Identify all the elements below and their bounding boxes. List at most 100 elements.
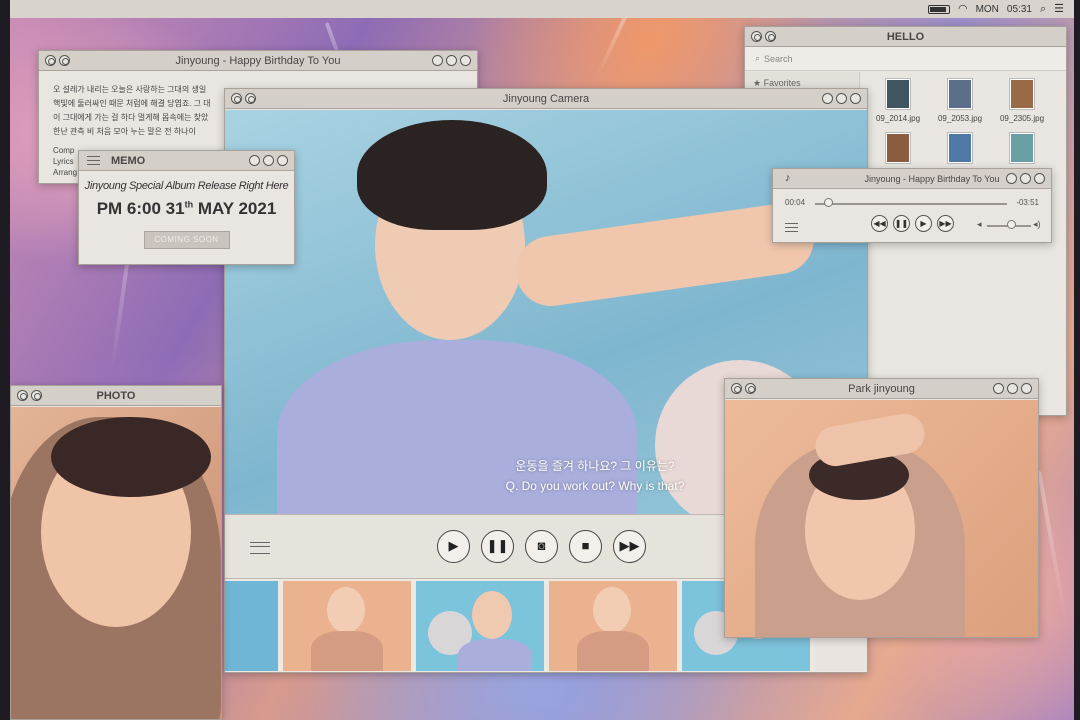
pause-button[interactable]: ❚❚ xyxy=(481,530,514,563)
menu-icon[interactable] xyxy=(785,223,798,232)
play-button[interactable]: ▶ xyxy=(915,215,932,232)
hoodie-photo xyxy=(725,400,1038,637)
window-button-icon[interactable] xyxy=(1007,383,1018,394)
subtitle-english: Q. Do you work out? Why is that? xyxy=(505,479,685,493)
lyrics-title: Jinyoung - Happy Birthday To You xyxy=(175,54,341,67)
music-titlebar[interactable]: ♪ Jinyoung - Happy Birthday To You xyxy=(773,169,1051,189)
time-remaining: -03:51 xyxy=(1016,198,1039,207)
minimize-icon[interactable] xyxy=(17,390,28,401)
menu-icon[interactable]: ☰ xyxy=(1054,3,1064,15)
subtitle-korean: 운동을 즐겨 하나요? 그 이유는? xyxy=(515,459,675,473)
play-icon: ▶ xyxy=(920,219,927,228)
memo-subtitle: Jinyoung Special Album Release Right Her… xyxy=(84,180,289,192)
window-button-icon[interactable] xyxy=(1006,173,1017,184)
music-note-icon: ♪ xyxy=(785,172,791,184)
file-item[interactable]: 09_2014.jpg xyxy=(867,79,929,123)
minimize-icon[interactable] xyxy=(45,55,56,66)
close-icon[interactable] xyxy=(460,55,471,66)
expand-icon[interactable] xyxy=(745,383,756,394)
filmstrip-frame[interactable] xyxy=(549,581,677,671)
park-title: Park jinyoung xyxy=(848,382,915,395)
file-item[interactable]: 09_2305.jpg xyxy=(991,79,1053,123)
forward-button[interactable]: ▶▶ xyxy=(613,530,646,563)
volume-knob[interactable] xyxy=(1007,220,1017,229)
wifi-icon[interactable]: ◠ xyxy=(958,3,968,15)
menu-bar: ◠ MON 05:31 ⌕ ☰ xyxy=(10,0,1074,18)
file-item[interactable]: 09_2053.jpg xyxy=(929,79,991,123)
pause-icon: ❚❚ xyxy=(894,219,909,228)
file-thumbnail xyxy=(1010,133,1034,163)
rewind-icon: ◀◀ xyxy=(873,219,886,228)
minimize-icon[interactable] xyxy=(231,93,242,104)
expand-icon[interactable] xyxy=(31,390,42,401)
close-icon[interactable] xyxy=(1034,173,1045,184)
pause-button[interactable]: ❚❚ xyxy=(893,215,910,232)
window-button-icon[interactable] xyxy=(446,55,457,66)
expand-icon[interactable] xyxy=(765,31,776,42)
close-icon[interactable] xyxy=(1021,383,1032,394)
park-jinyoung-window: Park jinyoung xyxy=(724,378,1039,638)
photo-titlebar[interactable]: PHOTO xyxy=(11,386,221,406)
window-button-icon[interactable] xyxy=(263,155,274,166)
park-titlebar[interactable]: Park jinyoung xyxy=(725,379,1038,399)
minimize-icon[interactable] xyxy=(751,31,762,42)
filmstrip-frame[interactable] xyxy=(283,581,411,671)
star-icon: ★ xyxy=(753,78,762,88)
clock-time: 05:31 xyxy=(1006,3,1032,15)
progress-knob[interactable] xyxy=(824,198,834,207)
coming-soon-button[interactable]: COMING SOON xyxy=(143,231,230,249)
search-icon[interactable]: ⌕ xyxy=(1040,3,1046,15)
release-date: PM 6:00 31th MAY 2021 xyxy=(96,199,277,218)
search-icon: ⌕ xyxy=(755,53,761,63)
file-thumbnail xyxy=(886,133,910,163)
file-name: 09_2014.jpg xyxy=(875,114,921,123)
progress-track[interactable] xyxy=(815,203,1007,205)
window-button-icon[interactable] xyxy=(993,383,1004,394)
photo-title: PHOTO xyxy=(96,389,136,402)
play-icon: ▶ xyxy=(448,538,459,553)
video-subtitles: 운동을 즐겨 하나요? 그 이유는? Q. Do you work out? W… xyxy=(425,456,765,496)
capture-button[interactable]: ◙ xyxy=(525,530,558,563)
pause-icon: ❚❚ xyxy=(486,538,509,553)
window-button-icon[interactable] xyxy=(822,93,833,104)
close-icon[interactable] xyxy=(850,93,861,104)
menu-icon[interactable] xyxy=(87,156,100,165)
window-button-icon[interactable] xyxy=(836,93,847,104)
window-button-icon[interactable] xyxy=(249,155,260,166)
camera-titlebar[interactable]: Jinyoung Camera xyxy=(225,89,867,109)
sidebar-item-favorites[interactable]: Favorites xyxy=(764,78,801,88)
memo-titlebar[interactable]: MEMO xyxy=(79,151,294,171)
file-thumbnail xyxy=(886,79,910,109)
lyrics-titlebar[interactable]: Jinyoung - Happy Birthday To You xyxy=(39,51,477,71)
filmstrip-frame[interactable] xyxy=(416,581,544,671)
volume-high-icon: ◂) xyxy=(1033,219,1041,229)
expand-icon[interactable] xyxy=(245,93,256,104)
file-search-bar[interactable]: ⌕ Search xyxy=(745,47,1066,71)
fast-forward-icon: ▶▶ xyxy=(619,538,640,553)
play-button[interactable]: ▶ xyxy=(437,530,470,563)
filmstrip-frame[interactable] xyxy=(225,581,278,671)
music-player-window: ♪ Jinyoung - Happy Birthday To You 00:04… xyxy=(772,168,1052,243)
light-streak xyxy=(1037,470,1067,620)
rewind-button[interactable]: ◀◀ xyxy=(871,215,888,232)
menu-icon[interactable] xyxy=(250,542,270,554)
record-button[interactable]: ■ xyxy=(569,530,602,563)
memo-window: MEMO Jinyoung Special Album Release Righ… xyxy=(78,150,295,265)
memo-title: MEMO xyxy=(111,155,146,167)
portrait-photo xyxy=(11,407,221,719)
track-title: Jinyoung - Happy Birthday To You xyxy=(864,173,1000,184)
time-current: 00:04 xyxy=(785,198,806,207)
camera-icon: ◙ xyxy=(537,538,546,553)
forward-button[interactable]: ▶▶ xyxy=(937,215,954,232)
close-icon[interactable] xyxy=(277,155,288,166)
desktop-background: ◠ MON 05:31 ⌕ ☰ Jinyoung - Happy Birthda… xyxy=(10,0,1074,720)
file-thumbnail xyxy=(1010,79,1034,109)
minimize-icon[interactable] xyxy=(731,383,742,394)
window-button-icon[interactable] xyxy=(432,55,443,66)
window-button-icon[interactable] xyxy=(1020,173,1031,184)
file-thumbnail xyxy=(948,79,972,109)
files-titlebar[interactable]: HELLO xyxy=(745,27,1066,47)
expand-icon[interactable] xyxy=(59,55,70,66)
search-input[interactable]: Search xyxy=(764,54,793,64)
files-title: HELLO xyxy=(886,30,925,43)
